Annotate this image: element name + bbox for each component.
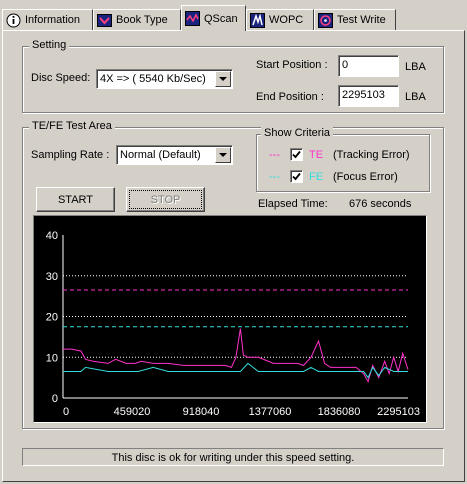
- te-description: (Tracking Error): [333, 149, 410, 161]
- show-criteria-title: Show Criteria: [261, 127, 334, 139]
- show-criteria-group: Show Criteria: [256, 127, 430, 192]
- tab-book-type[interactable]: Book Type: [93, 9, 181, 30]
- start-position-label: Start Position :: [256, 59, 328, 71]
- status-message: This disc is ok for writing under this s…: [22, 448, 444, 466]
- y-tick-label: 30: [46, 271, 58, 283]
- fe-code: FE: [309, 171, 324, 183]
- start-button[interactable]: START: [36, 187, 115, 212]
- start-lba-unit: LBA: [405, 61, 426, 73]
- tab-label: Book Type: [116, 14, 168, 26]
- tab-label: Information: [25, 14, 81, 26]
- x-tick-label: 0: [63, 406, 69, 418]
- tab-label: WOPC: [269, 14, 304, 26]
- tab-qscan[interactable]: QScan: [181, 5, 246, 31]
- fe-checkbox[interactable]: [290, 170, 303, 183]
- chevron-down-icon[interactable]: [215, 147, 231, 163]
- checkmark-icon: [292, 172, 301, 181]
- disc-speed-value: 4X => ( 5540 Kb/Sec): [100, 73, 206, 85]
- book-type-icon: [97, 13, 112, 28]
- end-position-label: End Position :: [256, 91, 324, 103]
- tab-test-write[interactable]: Test Write: [314, 9, 396, 30]
- info-icon: [6, 13, 21, 28]
- wopc-icon: [250, 12, 265, 28]
- te-fe-chart-svg: 0 10 20 30 40 0 459020 918040 1377060 1836080 2295…: [46, 230, 420, 418]
- series-line-fe: [63, 362, 408, 379]
- end-lba-unit: LBA: [405, 91, 426, 103]
- chevron-down-icon[interactable]: [215, 71, 231, 87]
- series-line-te: [63, 328, 409, 384]
- x-tick-label: 1377060: [249, 406, 292, 418]
- disc-speed-label: Disc Speed:: [31, 72, 91, 84]
- x-tick-label: 918040: [183, 406, 220, 418]
- test-area-title: TE/FE Test Area: [29, 120, 115, 132]
- te-code: TE: [309, 149, 324, 161]
- y-tick-label: 20: [46, 312, 58, 324]
- tab-information[interactable]: Information: [2, 9, 93, 30]
- elapsed-time-label: Elapsed Time:: [258, 198, 328, 210]
- x-tick-label: 2295103: [377, 406, 420, 418]
- end-position-input[interactable]: 2295103: [338, 85, 399, 107]
- sampling-rate-select[interactable]: Normal (Default): [116, 145, 233, 165]
- y-tick-label: 40: [46, 230, 58, 242]
- tab-wopc[interactable]: WOPC: [246, 9, 314, 30]
- tab-label: Test Write: [337, 14, 386, 26]
- setting-title: Setting: [29, 39, 70, 51]
- sampling-rate-label: Sampling Rate :: [31, 149, 110, 161]
- tab-label: QScan: [204, 12, 238, 25]
- fe-description: (Focus Error): [333, 171, 398, 183]
- te-checkbox[interactable]: [290, 148, 303, 161]
- y-tick-label: 0: [52, 393, 58, 405]
- fe-legend-dash: ---: [269, 171, 280, 183]
- qscan-icon: [185, 11, 200, 26]
- x-tick-label: 459020: [114, 406, 151, 418]
- start-position-input[interactable]: 0: [338, 55, 399, 77]
- x-tick-label: 1836080: [318, 406, 361, 418]
- stop-button[interactable]: STOP: [126, 187, 205, 212]
- disc-speed-select[interactable]: 4X => ( 5540 Kb/Sec): [96, 69, 233, 89]
- y-tick-label: 10: [46, 352, 58, 364]
- elapsed-time-value: 676 seconds: [349, 198, 412, 210]
- tab-strip: Information Book Type QScan WOPC Test Wr…: [0, 0, 467, 31]
- te-legend-dash: ---: [269, 149, 280, 161]
- test-write-icon: [318, 12, 333, 28]
- sampling-rate-value: Normal (Default): [120, 149, 201, 161]
- te-fe-chart: 0 10 20 30 40 0 459020 918040 1377060 1836080 2295…: [33, 215, 427, 423]
- checkmark-icon: [292, 150, 301, 159]
